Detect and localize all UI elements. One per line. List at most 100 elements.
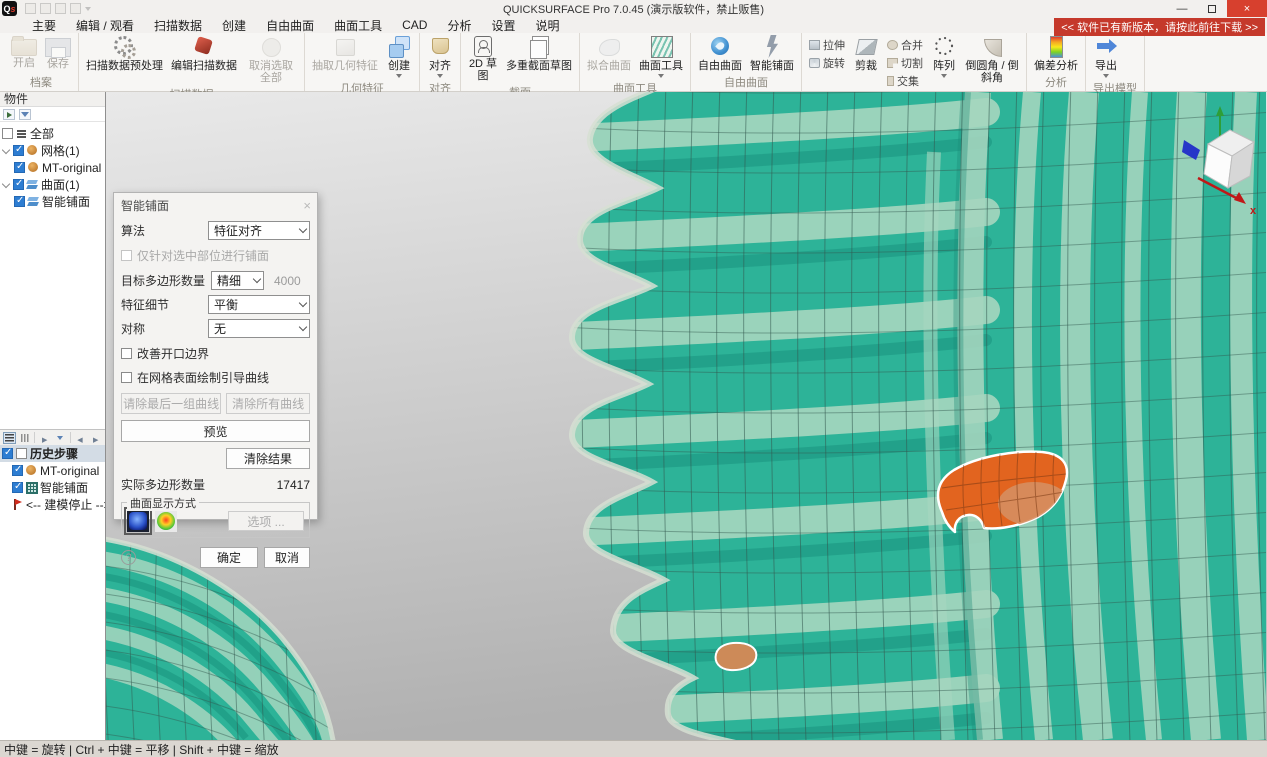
revolve-button[interactable]: 旋转 [809, 55, 845, 71]
history-item-mt-label: MT-original [40, 464, 99, 478]
smart-surfacing-button[interactable]: 智能铺面 [750, 35, 794, 72]
ok-button[interactable]: 确定 [200, 547, 258, 568]
clear-all-curves-button[interactable]: 清除所有曲线 [226, 393, 310, 414]
redo-icon[interactable] [70, 3, 81, 14]
sketch-icon [474, 36, 492, 57]
menu-edit-view[interactable]: 编辑 / 观看 [66, 17, 144, 34]
deselect-all-button[interactable]: 取消选取 全部 [245, 35, 297, 84]
merge-button[interactable]: 合并 [887, 37, 923, 53]
ribbon-group-label-freeform: 自由曲面 [698, 72, 794, 91]
fit-surface-button[interactable]: 拟合曲面 [587, 35, 631, 72]
surface-expander-icon[interactable] [2, 181, 10, 189]
selection-patch-small[interactable] [716, 643, 757, 670]
axis-x-label: x [1250, 205, 1257, 217]
save-button[interactable]: 保存 [45, 35, 71, 70]
sketch-2d-button[interactable]: 2D 草图 [468, 35, 498, 82]
menu-main[interactable]: 主要 [22, 17, 66, 34]
history-item-mt-original[interactable]: MT-original [0, 462, 105, 479]
quick-access-dropdown-icon[interactable] [85, 7, 91, 11]
clear-last-curves-button[interactable]: 请除最后一组曲线 [121, 393, 221, 414]
history-checkbox[interactable] [2, 448, 13, 459]
minimize-button[interactable]: — [1167, 0, 1197, 17]
surface-checkbox[interactable] [13, 179, 24, 190]
selected-only-checkbox[interactable] [121, 250, 132, 261]
mesh-expander-icon[interactable] [2, 147, 10, 155]
intersect-button[interactable]: 交集 [887, 73, 923, 89]
feature-detail-select[interactable]: 平衡 [208, 295, 310, 314]
cut-button[interactable]: 切割 [887, 55, 923, 71]
algorithm-label: 算法 [121, 222, 145, 239]
fillet-chamfer-button[interactable]: 倒圆角 / 倒斜角 [965, 35, 1019, 84]
display-mode-zebra-button[interactable] [155, 510, 177, 532]
menu-help[interactable]: 说明 [525, 17, 569, 34]
menu-analysis[interactable]: 分析 [437, 17, 481, 34]
menu-surface-tools[interactable]: 曲面工具 [324, 17, 392, 34]
edit-scan-data-button[interactable]: 编辑扫描数据 [171, 35, 237, 72]
history-smart-checkbox[interactable] [12, 482, 23, 493]
update-banner[interactable]: << 软件已有新版本，请按此前往下载 >> [1054, 18, 1265, 36]
surface-icon [28, 196, 39, 207]
history-mt-checkbox[interactable] [12, 465, 23, 476]
undo-icon[interactable] [55, 3, 66, 14]
tree-item-all[interactable]: 全部 [2, 125, 105, 142]
algorithm-select[interactable]: 特征对齐 [208, 221, 310, 240]
mt-original-checkbox[interactable] [14, 162, 25, 173]
show-all-filter-icon[interactable] [3, 109, 15, 120]
open-button[interactable]: 开启 [11, 35, 37, 69]
tree-item-mesh[interactable]: 网格(1) [2, 142, 105, 159]
dialog-close-icon[interactable]: × [303, 201, 311, 211]
history-item-smart-surface[interactable]: 智能铺面 [0, 479, 105, 496]
maximize-button[interactable] [1197, 0, 1227, 17]
menu-freeform[interactable]: 自由曲面 [256, 17, 324, 34]
pattern-button[interactable]: 阵列 [931, 35, 957, 78]
export-button[interactable]: 导出 [1093, 35, 1119, 78]
help-icon[interactable]: ? [121, 550, 136, 565]
improve-boundary-checkbox[interactable] [121, 348, 132, 359]
menu-create[interactable]: 创建 [212, 17, 256, 34]
extrude-button[interactable]: 拉伸 [809, 37, 845, 53]
menu-scan-data[interactable]: 扫描数据 [144, 17, 212, 34]
menu-settings[interactable]: 设置 [481, 17, 525, 34]
preview-button[interactable]: 预览 [121, 420, 310, 442]
chevron-down-icon [299, 299, 307, 307]
symmetry-select[interactable]: 无 [208, 319, 310, 338]
history-skip-start-icon[interactable] [74, 432, 87, 444]
mesh-checkbox[interactable] [13, 145, 24, 156]
history-tree-view-icon[interactable] [19, 432, 32, 444]
surface-tools-button[interactable]: 曲面工具 [639, 35, 683, 78]
options-button[interactable]: 选项 ... [228, 511, 304, 531]
multi-section-sketch-button[interactable]: 多重截面草图 [506, 35, 572, 72]
cancel-button[interactable]: 取消 [264, 547, 310, 568]
close-button[interactable]: × [1227, 0, 1267, 17]
trim-button[interactable]: 剪裁 [853, 35, 879, 72]
tree-item-mt-original[interactable]: MT-original [2, 159, 105, 176]
freeform-surface-button[interactable]: 自由曲面 [698, 35, 742, 72]
target-poly-select[interactable]: 精细 [211, 271, 264, 290]
quick-save-icon[interactable] [40, 3, 51, 14]
objects-filter-row [0, 107, 105, 122]
history-header-row[interactable]: 历史步骤 [0, 445, 105, 462]
history-item-model-stop[interactable]: <-- 建模停止 --> [0, 496, 105, 513]
tree-item-smart-surface[interactable]: 智能铺面 [2, 193, 105, 210]
history-list-view-icon[interactable] [3, 432, 16, 444]
tree-item-surface[interactable]: 曲面(1) [2, 176, 105, 193]
clear-result-button[interactable]: 清除结果 [226, 448, 310, 469]
draw-guides-checkbox[interactable] [121, 372, 132, 383]
all-checkbox[interactable] [2, 128, 13, 139]
history-play-icon[interactable] [38, 432, 51, 444]
menu-cad[interactable]: CAD [392, 18, 437, 32]
quick-open-icon[interactable] [25, 3, 36, 14]
gear-mesh[interactable] [546, 92, 1266, 740]
feature-detail-value: 平衡 [214, 296, 238, 313]
history-filter-icon[interactable] [54, 432, 67, 444]
history-skip-end-icon[interactable] [89, 432, 102, 444]
smart-surface-checkbox[interactable] [14, 196, 25, 207]
create-geometry-button[interactable]: 创建 [386, 35, 412, 78]
scan-preprocess-button[interactable]: 扫描数据预处理 [86, 35, 163, 72]
display-mode-shaded-button[interactable] [127, 510, 149, 532]
mesh-icon [28, 162, 39, 173]
extract-geometry-button[interactable]: 抽取几何特征 [312, 35, 378, 72]
filter-icon[interactable] [19, 109, 31, 120]
align-button[interactable]: 对齐 [427, 35, 453, 78]
deviation-analysis-button[interactable]: 偏差分析 [1034, 35, 1078, 72]
